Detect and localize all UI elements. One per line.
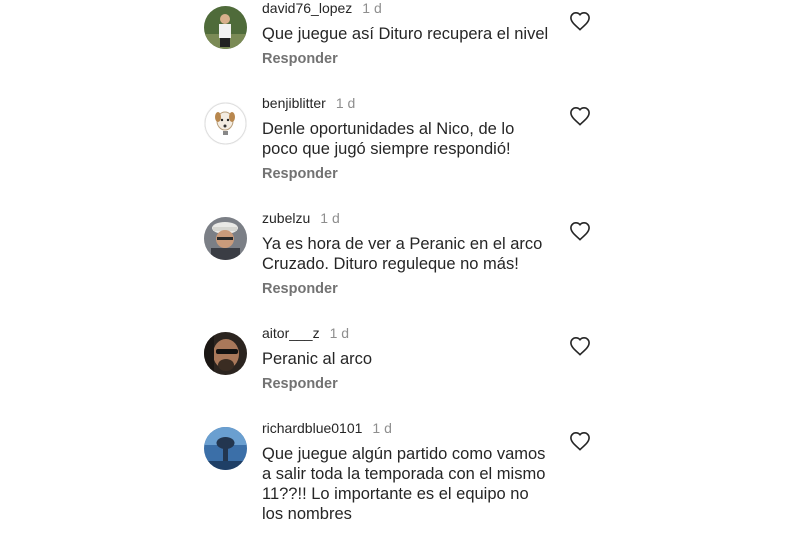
avatar[interactable]: [204, 102, 247, 145]
username[interactable]: richardblue0101: [262, 420, 362, 436]
reply-button[interactable]: Responder: [262, 376, 338, 392]
heart-icon[interactable]: [569, 106, 591, 126]
comment-text: Que juegue algún partido como vamos a sa…: [262, 445, 546, 523]
reply-button[interactable]: Responder: [262, 166, 338, 182]
avatar[interactable]: [204, 427, 247, 470]
heart-icon[interactable]: [569, 11, 591, 31]
username[interactable]: benjiblitter: [262, 95, 326, 111]
avatar[interactable]: [204, 6, 247, 49]
timestamp: 1 d: [362, 0, 382, 16]
avatar[interactable]: [204, 217, 247, 260]
comment-meta: benjiblitter 1 d: [262, 95, 355, 111]
heart-icon[interactable]: [569, 221, 591, 241]
reply-button[interactable]: Responder: [262, 281, 338, 297]
comment-text: Ya es hora de ver a Peranic en el arco C…: [262, 235, 543, 273]
timestamp: 1 d: [320, 210, 340, 226]
heart-icon[interactable]: [569, 431, 591, 451]
avatar[interactable]: [204, 332, 247, 375]
comment-meta: david76_lopez 1 d: [262, 0, 382, 16]
comment-text: Que juegue así Dituro recupera el nivel: [262, 25, 549, 43]
username[interactable]: david76_lopez: [262, 0, 352, 16]
heart-icon[interactable]: [569, 336, 591, 356]
timestamp: 1 d: [335, 95, 356, 111]
comment-meta: aitor___z 1 d: [262, 325, 349, 341]
timestamp: 1 d: [329, 325, 350, 341]
timestamp: 1 d: [372, 420, 392, 436]
comment-meta: richardblue0101 1 d: [262, 420, 392, 436]
comment-text: Denle oportunidades al Nico, de lo poco …: [262, 120, 515, 158]
username[interactable]: zubelzu: [262, 210, 310, 226]
comment-text: Peranic al arco: [262, 350, 373, 368]
comment-meta: zubelzu 1 d: [262, 210, 340, 226]
username[interactable]: aitor___z: [262, 325, 320, 341]
reply-button[interactable]: Responder: [262, 51, 338, 67]
